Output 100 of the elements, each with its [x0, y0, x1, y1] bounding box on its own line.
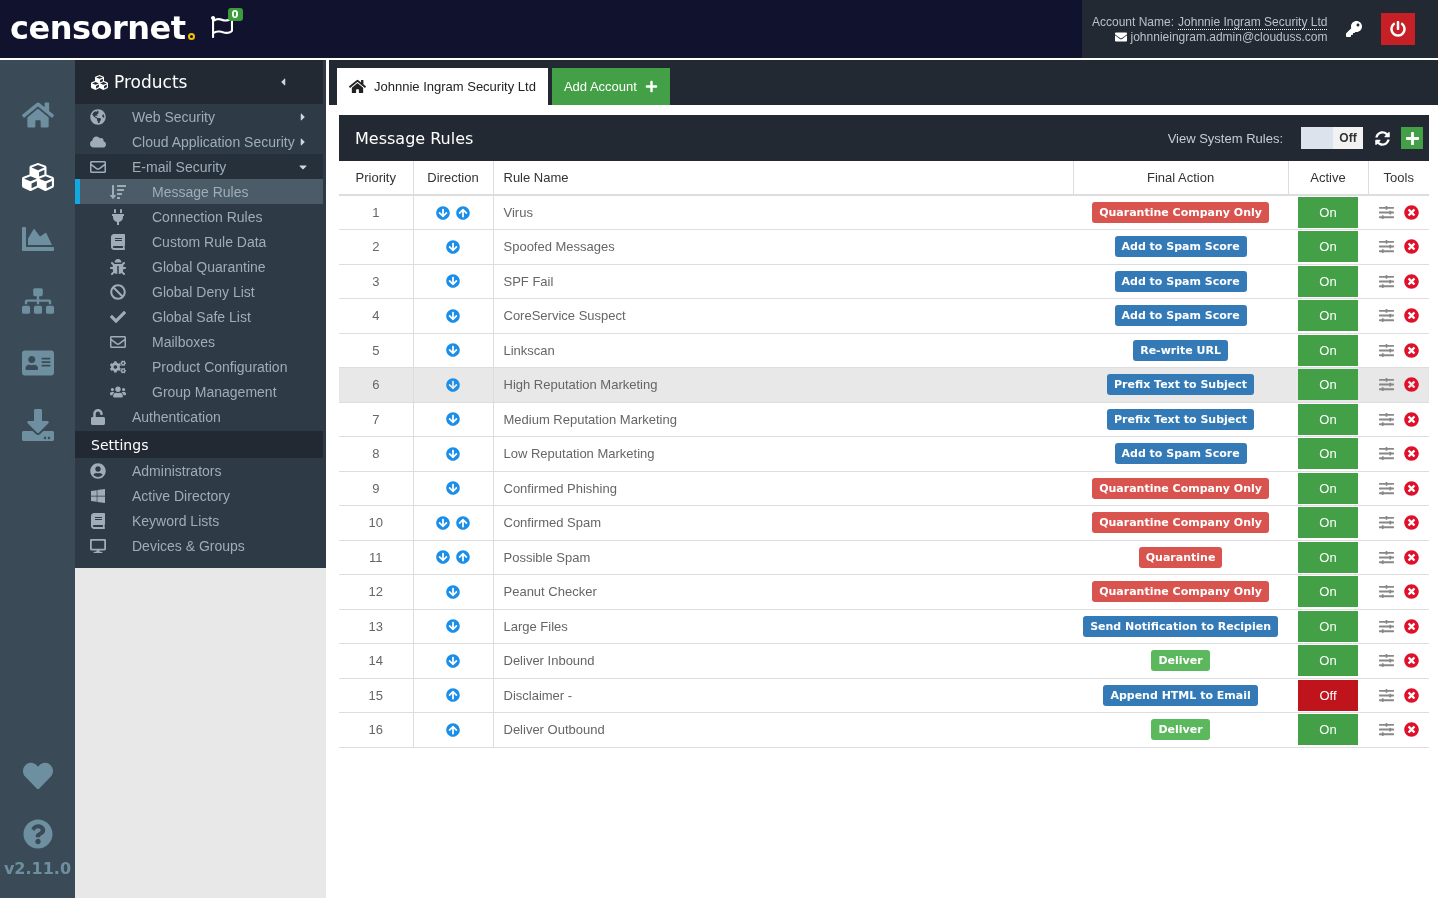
delete-icon[interactable] — [1403, 653, 1419, 669]
unlock-icon — [90, 408, 106, 425]
delete-icon[interactable] — [1403, 239, 1419, 255]
active-toggle[interactable]: On — [1298, 645, 1358, 677]
sliders-icon[interactable] — [1378, 273, 1394, 289]
table-row[interactable]: 2 Spoofed Messages Add to Spam Score On — [339, 229, 1429, 264]
account-name-link[interactable]: Johnnie Ingram Security Ltd — [1178, 14, 1328, 30]
active-toggle[interactable]: On — [1298, 438, 1358, 470]
sliders-icon[interactable] — [1378, 584, 1394, 600]
table-row[interactable]: 10 Confirmed Spam Quarantine Company Only On — [339, 505, 1429, 540]
delete-icon[interactable] — [1403, 308, 1419, 324]
active-toggle[interactable]: On — [1298, 369, 1358, 401]
sliders-icon[interactable] — [1378, 446, 1394, 462]
priority-cell: 16 — [339, 712, 413, 747]
table-row[interactable]: 9 Confirmed Phishing Quarantine Company Only On — [339, 471, 1429, 506]
active-toggle[interactable]: On — [1298, 714, 1358, 746]
delete-icon[interactable] — [1403, 722, 1419, 738]
delete-icon[interactable] — [1403, 480, 1419, 496]
delete-icon[interactable] — [1403, 411, 1419, 427]
sliders-icon[interactable] — [1378, 515, 1394, 531]
priority-cell: 1 — [339, 195, 413, 230]
delete-icon[interactable] — [1403, 687, 1419, 703]
table-row[interactable]: 13 Large Files Send Notification to Recipien On — [339, 609, 1429, 644]
sliders-icon[interactable] — [1378, 549, 1394, 565]
table-row[interactable]: 5 Linkscan Re-write URL On — [339, 333, 1429, 368]
table-row[interactable]: 4 CoreService Suspect Add to Spam Score On — [339, 298, 1429, 333]
table-row[interactable]: 12 Peanut Checker Quarantine Company Only On — [339, 574, 1429, 609]
priority-cell: 14 — [339, 643, 413, 678]
active-toggle[interactable]: On — [1298, 610, 1358, 642]
active-toggle[interactable]: On — [1298, 231, 1358, 263]
sliders-icon[interactable] — [1378, 308, 1394, 324]
plus-icon — [1404, 130, 1420, 146]
table-row[interactable]: 7 Medium Reputation Marketing Prefix Text to Subject On — [339, 402, 1429, 437]
window-grid-icon — [90, 487, 106, 504]
sliders-icon[interactable] — [1378, 687, 1394, 703]
cubes-icon — [91, 73, 108, 91]
rule-name-cell: High Reputation Marketing — [493, 367, 1074, 402]
table-row[interactable]: 11 Possible Spam Quarantine On — [339, 540, 1429, 575]
sliders-icon[interactable] — [1378, 618, 1394, 634]
action-label: Add to Spam Score — [1114, 305, 1247, 327]
sidebar-subitem[interactable]: Message Rules — [75, 179, 323, 204]
rule-name-cell: Spoofed Messages — [493, 229, 1074, 264]
delete-icon[interactable] — [1403, 549, 1419, 565]
power-button[interactable] — [1381, 13, 1416, 45]
delete-icon[interactable] — [1403, 515, 1419, 531]
table-row[interactable]: 8 Low Reputation Marketing Add to Spam Score On — [339, 436, 1429, 471]
delete-icon[interactable] — [1403, 273, 1419, 289]
account-tab[interactable]: Add Account — [551, 68, 670, 105]
sliders-icon[interactable] — [1378, 342, 1394, 358]
table-row[interactable]: 1 Virus Quarantine Company Only On — [339, 195, 1429, 230]
priority-cell: 13 — [339, 609, 413, 644]
priority-cell: 8 — [339, 436, 413, 471]
table-row[interactable]: 3 SPF Fail Add to Spam Score On — [339, 264, 1429, 299]
delete-icon[interactable] — [1403, 618, 1419, 634]
sidebar-item[interactable]: E-mail Security — [75, 154, 323, 179]
active-toggle[interactable]: On — [1298, 576, 1358, 608]
delete-icon[interactable] — [1403, 377, 1419, 393]
add-rule-button[interactable] — [1401, 127, 1423, 149]
table-row[interactable]: 6 High Reputation Marketing Prefix Text to Subject On — [339, 367, 1429, 402]
sliders-icon[interactable] — [1378, 480, 1394, 496]
table-row[interactable]: 16 Deliver Outbound Deliver On — [339, 712, 1429, 747]
sliders-icon[interactable] — [1378, 722, 1394, 738]
rule-name-cell: CoreService Suspect — [493, 298, 1074, 333]
rule-name-cell: Medium Reputation Marketing — [493, 402, 1074, 437]
system-rules-toggle[interactable]: Off — [1301, 127, 1363, 149]
sliders-icon[interactable] — [1378, 653, 1394, 669]
rule-name-cell: Disclaimer - — [493, 678, 1074, 713]
sliders-icon[interactable] — [1378, 205, 1394, 220]
active-toggle[interactable]: On — [1298, 507, 1358, 539]
table-row[interactable]: 15 Disclaimer - Append HTML to Email Off — [339, 678, 1429, 713]
active-toggle[interactable]: On — [1298, 334, 1358, 366]
active-toggle[interactable]: On — [1298, 541, 1358, 573]
priority-cell: 9 — [339, 471, 413, 506]
active-toggle[interactable]: On — [1298, 403, 1358, 435]
active-toggle[interactable]: Off — [1298, 679, 1358, 711]
active-toggle[interactable]: On — [1298, 265, 1358, 297]
active-toggle[interactable]: On — [1298, 197, 1358, 228]
logo-dot-icon — [187, 33, 195, 40]
delete-icon[interactable] — [1403, 205, 1419, 220]
action-label: Add to Spam Score — [1114, 443, 1247, 465]
delete-icon[interactable] — [1403, 446, 1419, 462]
sliders-icon[interactable] — [1378, 377, 1394, 393]
sliders-icon[interactable] — [1378, 411, 1394, 427]
account-tab[interactable]: Johnnie Ingram Security Ltd — [337, 68, 548, 105]
globe-icon — [90, 108, 106, 125]
delete-icon[interactable] — [1403, 584, 1419, 600]
priority-cell: 11 — [339, 540, 413, 575]
delete-icon[interactable] — [1403, 342, 1419, 358]
action-label: Quarantine — [1138, 546, 1223, 568]
sliders-icon[interactable] — [1378, 239, 1394, 255]
account-label: Account Name: — [1092, 15, 1175, 29]
priority-cell: 2 — [339, 229, 413, 264]
help-icon[interactable] — [22, 819, 53, 849]
active-toggle[interactable]: On — [1298, 300, 1358, 332]
flag-icon[interactable] — [210, 16, 233, 38]
heart-icon[interactable] — [22, 761, 53, 791]
table-row[interactable]: 14 Deliver Inbound Deliver On — [339, 643, 1429, 678]
active-toggle[interactable]: On — [1298, 472, 1358, 504]
cloud-icon — [90, 133, 106, 150]
action-label: Deliver — [1151, 719, 1210, 741]
